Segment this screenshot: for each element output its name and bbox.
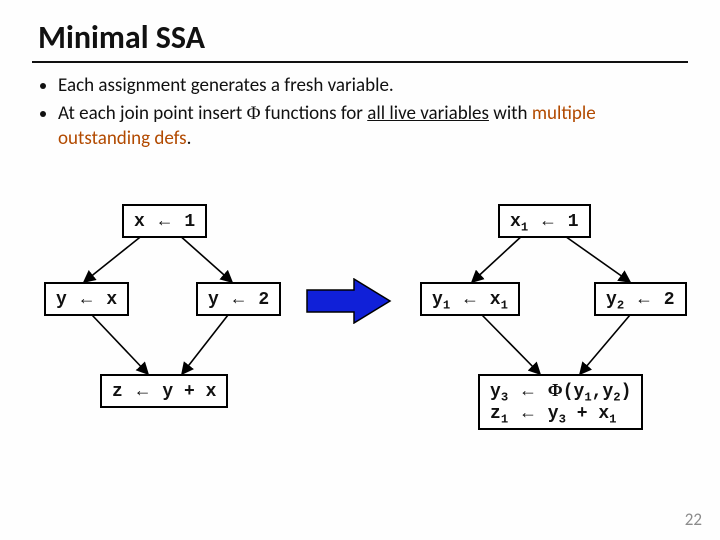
title-underline — [32, 61, 688, 63]
bullet-item: Each assignment generates a fresh variab… — [58, 73, 688, 99]
slide-number: 22 — [685, 509, 702, 530]
bullet-item: At each join point insert Φ functions fo… — [58, 101, 688, 152]
slide: Minimal SSA Each assignment generates a … — [0, 0, 720, 540]
text-fragment: with — [489, 102, 532, 125]
slide-title: Minimal SSA — [38, 18, 688, 57]
diagram-edges — [0, 200, 720, 500]
text-underline: all live variables — [367, 102, 489, 125]
cfg-node: y ← x — [44, 282, 129, 316]
cfg-node: x ← 1 — [122, 204, 207, 238]
bullet-list: Each assignment generates a fresh variab… — [32, 73, 688, 152]
text-fragment: . — [187, 127, 192, 150]
phi-symbol: Φ — [247, 103, 261, 124]
cfg-node: y ← 2 — [196, 282, 281, 316]
cfg-node: y1 ← x1 — [420, 282, 520, 316]
transform-arrow-icon — [306, 278, 392, 324]
cfg-node: y3 ← Φ(y1,y2) z1 ← y3 + x1 — [478, 374, 643, 430]
cfg-node: x1 ← 1 — [498, 204, 591, 238]
text-fragment: At each join point insert — [58, 102, 247, 125]
cfg-node: y2 ← 2 — [594, 282, 687, 316]
cfg-node: z ← y + x — [100, 374, 228, 408]
text-fragment: functions for — [260, 102, 367, 125]
diagram-area: x ← 1 y ← x y ← 2 z ← y + x x1 ← 1 y1 ← … — [0, 200, 720, 500]
